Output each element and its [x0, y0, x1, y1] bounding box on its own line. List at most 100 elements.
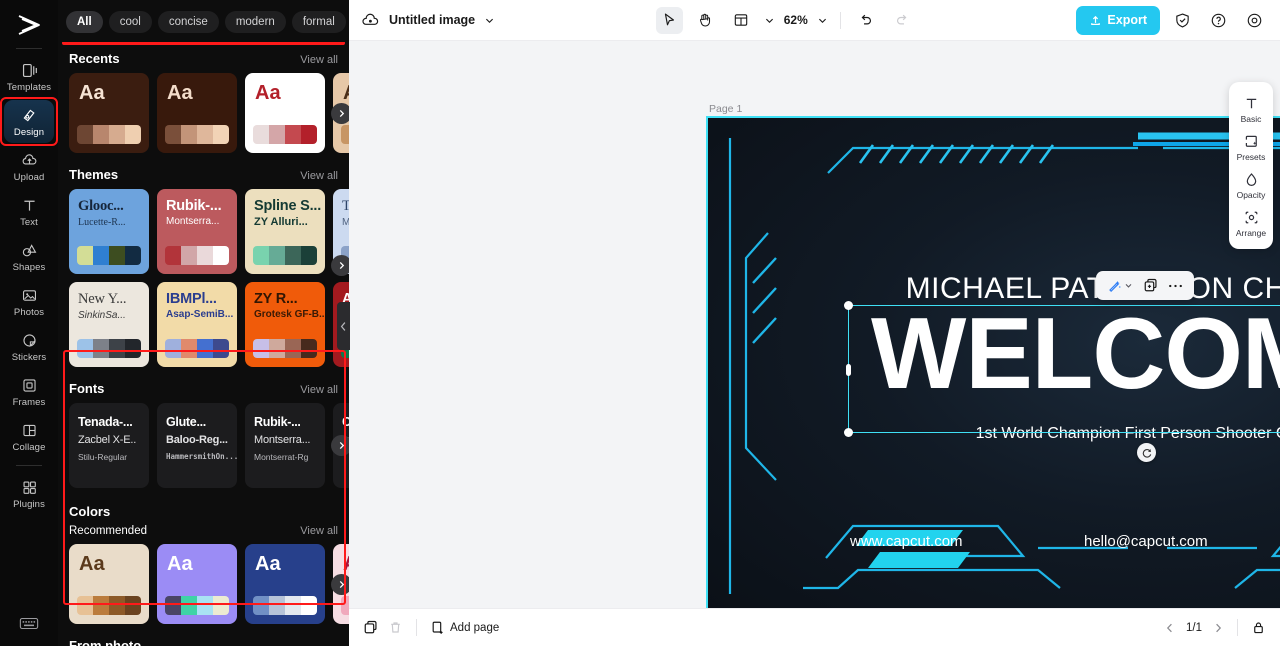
hand-pan-icon[interactable] — [692, 7, 719, 34]
sidebar-item-photos[interactable]: Photos — [4, 280, 54, 323]
property-label: Opacity — [1236, 190, 1266, 200]
export-upload-icon — [1089, 14, 1102, 27]
color-card[interactable]: Aa — [69, 544, 149, 624]
sidebar-item-stickers[interactable]: Stickers — [4, 325, 54, 368]
filter-chip-all[interactable]: All — [66, 10, 103, 33]
panel-scroll-area[interactable]: Recents View all Aa Aa Aa A — [58, 42, 349, 646]
chevron-right-icon[interactable] — [331, 255, 349, 276]
duplicate-page-icon[interactable] — [363, 620, 378, 635]
capcut-logo-icon[interactable] — [9, 8, 49, 42]
add-page-button[interactable]: Add page — [430, 620, 499, 635]
design-canvas[interactable]: MICHAEL PATTERSON CHANNEL WELCOME! 1st W… — [706, 116, 1280, 608]
theme-font-1: Rubik-... — [166, 198, 222, 214]
filter-chip-concise[interactable]: concise — [157, 10, 219, 33]
chevron-right-icon[interactable] — [331, 103, 349, 124]
property-presets[interactable]: Presets — [1229, 128, 1273, 166]
selection-bounding-box[interactable] — [844, 301, 1280, 437]
cloud-save-icon[interactable] — [361, 11, 380, 30]
recent-card[interactable]: Aa — [245, 73, 325, 153]
swatch-strip — [341, 596, 349, 615]
sidebar-item-upload[interactable]: Upload — [4, 145, 54, 188]
filter-chip-formal[interactable]: formal — [291, 10, 346, 33]
theme-font-1: IBMPl... — [166, 291, 217, 307]
chevron-right-icon[interactable] — [331, 574, 349, 595]
swatch-strip — [77, 339, 141, 358]
filter-chip-cool[interactable]: cool — [108, 10, 152, 33]
magic-wand-icon[interactable] — [1107, 278, 1133, 293]
canvas-contact-email[interactable]: hello@capcut.com — [1084, 533, 1208, 550]
font-name-3: Montserrat-Rg — [254, 452, 309, 462]
font-card[interactable]: Glute... Baloo-Reg... HammersmithOn... — [157, 403, 237, 488]
theme-font-2: Montserra... — [166, 216, 220, 227]
document-title[interactable]: Untitled image — [389, 13, 475, 27]
resize-handle-sw[interactable] — [844, 428, 853, 437]
swatch-strip — [165, 339, 229, 358]
view-all-fonts[interactable]: View all — [300, 384, 338, 396]
more-horizontal-icon[interactable] — [1168, 283, 1183, 289]
sidebar-item-shapes[interactable]: Shapes — [4, 235, 54, 278]
theme-font-1: ZY R... — [254, 291, 298, 307]
filter-chip-modern[interactable]: modern — [224, 10, 286, 33]
zoom-level[interactable]: 62% — [784, 13, 808, 27]
property-opacity[interactable]: Opacity — [1229, 166, 1273, 204]
recents-row: Aa Aa Aa A — [58, 73, 349, 153]
resize-handle-w[interactable] — [846, 364, 851, 376]
theme-card[interactable]: Glooc... Lucette-R... — [69, 189, 149, 274]
panel-collapse-handle[interactable] — [337, 302, 350, 350]
sidebar-item-design[interactable]: Design — [0, 97, 58, 146]
recent-card[interactable]: Aa — [157, 73, 237, 153]
view-all-themes[interactable]: View all — [300, 170, 338, 182]
sidebar-item-collage[interactable]: Collage — [4, 415, 54, 458]
theme-card[interactable]: IBMPl... Asap-SemiB... — [157, 282, 237, 367]
duplicate-icon[interactable] — [1143, 278, 1158, 293]
chevron-down-icon[interactable] — [484, 15, 495, 26]
rotate-handle-icon[interactable] — [1137, 443, 1156, 462]
font-card[interactable]: Rubik-... Montserra... Montserrat-Rg — [245, 403, 325, 488]
theme-card[interactable]: Spline S... ZY Alluri... — [245, 189, 325, 274]
theme-card[interactable]: ZY R... Grotesk GF-B... — [245, 282, 325, 367]
sidebar-item-templates[interactable]: Templates — [4, 55, 54, 98]
chevron-down-icon[interactable] — [817, 15, 828, 26]
property-arrange[interactable]: Arrange — [1229, 204, 1273, 242]
resize-handle-nw[interactable] — [844, 301, 853, 310]
lock-icon[interactable] — [1251, 620, 1266, 635]
layout-grid-icon[interactable] — [728, 7, 755, 34]
theme-card[interactable]: Rubik-... Montserra... — [157, 189, 237, 274]
sidebar-item-frames[interactable]: Frames — [4, 370, 54, 413]
themes-row-2: New Y... SinkinSa... IBMPl... Asap-SemiB… — [58, 282, 349, 367]
view-all-recents[interactable]: View all — [300, 54, 338, 66]
next-page-button[interactable] — [1212, 622, 1224, 634]
redo-icon[interactable] — [889, 7, 916, 34]
sidebar-item-text[interactable]: Text — [4, 190, 54, 233]
sidebar-item-plugins[interactable]: Plugins — [4, 472, 54, 515]
color-card[interactable]: Aa — [157, 544, 237, 624]
sidebar-item-label: Collage — [12, 442, 46, 453]
opacity-drop-icon — [1246, 173, 1256, 186]
chevron-right-icon[interactable] — [331, 435, 349, 456]
prev-page-button[interactable] — [1164, 622, 1176, 634]
theme-card[interactable]: New Y... SinkinSa... — [69, 282, 149, 367]
trash-icon[interactable] — [388, 620, 403, 635]
export-button[interactable]: Export — [1076, 5, 1160, 35]
property-basic[interactable]: Basic — [1229, 90, 1273, 128]
keyboard-icon[interactable] — [12, 610, 46, 636]
card-sample: Aa — [255, 553, 281, 575]
canvas-contact-website[interactable]: www.capcut.com — [850, 533, 963, 550]
theme-font-2: ZY Alluri... — [254, 216, 308, 228]
theme-font-1: Te — [342, 198, 349, 214]
view-all-colors[interactable]: View all — [300, 525, 338, 537]
theme-font-1: Glooc... — [78, 198, 124, 214]
font-card[interactable]: Tenada-... Zacbel X-E.. Stilu-Regular — [69, 403, 149, 488]
gear-icon[interactable] — [1241, 7, 1268, 34]
cursor-select-icon[interactable] — [655, 6, 683, 34]
add-page-icon — [430, 620, 445, 635]
swatch-strip — [165, 125, 229, 144]
color-card[interactable]: Aa — [245, 544, 325, 624]
chevron-down-icon[interactable] — [764, 15, 775, 26]
help-circle-icon[interactable] — [1205, 7, 1232, 34]
canvas-stage[interactable]: Page 1 MICHAEL CH WELCO 1st World Champi… — [349, 41, 1280, 608]
shield-check-icon[interactable] — [1169, 7, 1196, 34]
undo-icon[interactable] — [853, 7, 880, 34]
property-label: Arrange — [1235, 228, 1267, 238]
recent-card[interactable]: Aa — [69, 73, 149, 153]
